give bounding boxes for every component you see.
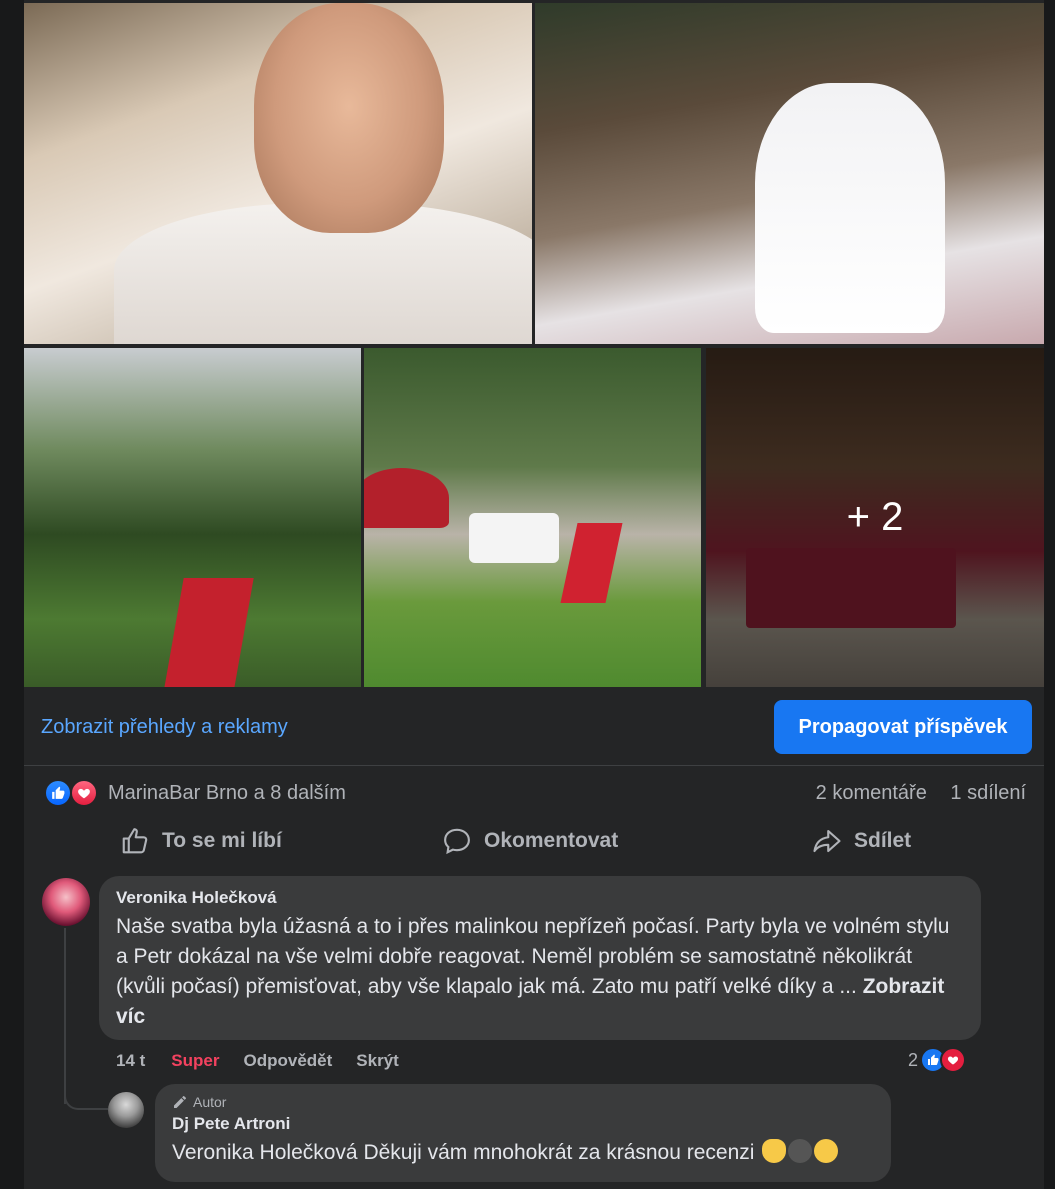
view-insights-link[interactable]: Zobrazit přehledy a reklamy [41,716,288,739]
love-icon [940,1047,967,1073]
smile-icon [814,1139,839,1163]
author-badge-label: Autor [193,1094,227,1110]
more-photos-count[interactable]: + 2 [706,348,1044,687]
comment-label: Okomentovat [484,829,619,852]
post-card: + 2 Zobrazit přehledy a reklamy Propagov… [24,0,1044,1189]
thread-line [64,928,66,1104]
share-label: Sdílet [854,829,912,852]
promote-post-button[interactable]: Propagovat příspěvek [774,700,1032,754]
comment-icon [444,828,470,855]
reaction-icons[interactable] [44,779,102,807]
photo-dj-booth[interactable]: + 2 [706,348,1044,687]
comment-button[interactable]: Okomentovat [442,824,618,858]
comment-body: Naše svatba byla úžasná a to i přes mali… [116,915,950,998]
reply-text: Veronika Holečková Děkuji vám mnohokrát … [172,1138,874,1168]
comment-reaction-button[interactable]: Super [171,1051,219,1071]
like-icon [44,779,72,807]
photo-ceremony[interactable] [24,348,361,687]
love-icon [70,779,98,807]
commenter-avatar[interactable] [42,878,90,926]
reply-body: Veronika Holečková Děkuji vám mnohokrát … [172,1141,755,1164]
post-actions: To se mi líbí Okomentovat Sdílet [24,818,1044,862]
share-button[interactable]: Sdílet [812,824,911,858]
share-icon [813,829,841,853]
photo-bride-dance[interactable] [535,3,1044,344]
comment-hide-button[interactable]: Skrýt [356,1051,399,1071]
reactors-names[interactable]: MarinaBar Brno a 8 dalším [108,782,346,805]
comment-text: Naše svatba byla úžasná a to i přes mali… [116,912,964,1032]
comment-reaction-count: 2 [908,1049,919,1070]
comment-reactions[interactable]: 2 [908,1046,967,1074]
heart-hands-icon [762,1139,787,1163]
insights-bar: Zobrazit přehledy a reklamy Propagovat p… [24,690,1044,766]
like-label: To se mi líbí [162,829,282,852]
comments-count[interactable]: 2 komentáře [816,782,927,804]
reply-author-avatar[interactable] [108,1092,144,1128]
reply-author[interactable]: Dj Pete Artroni [172,1114,874,1134]
author-badge: Autor [172,1094,874,1110]
headphones-icon [788,1139,813,1163]
pencil-icon [174,1096,186,1108]
comment-reply-button[interactable]: Odpovědět [243,1051,332,1071]
photo-selfie[interactable] [24,3,532,344]
thread-connector [64,1080,108,1110]
like-button[interactable]: To se mi líbí [120,824,282,858]
comment-author[interactable]: Veronika Holečková [116,888,964,908]
photo-ceremony-setup[interactable] [364,348,701,687]
shares-count[interactable]: 1 sdílení [950,782,1026,804]
comment-bubble: Veronika Holečková Naše svatba byla úžas… [99,876,981,1040]
reply-bubble: Autor Dj Pete Artroni Veronika Holečková… [155,1084,891,1182]
thumbs-up-icon [122,828,148,854]
post-stats: 2 komentáře 1 sdílení [798,782,1026,805]
comment-time[interactable]: 14 t [116,1051,145,1071]
reactions-summary: MarinaBar Brno a 8 dalším 2 komentáře 1 … [24,772,1044,814]
comment-meta: 14 t Super Odpovědět Skrýt [116,1050,423,1072]
